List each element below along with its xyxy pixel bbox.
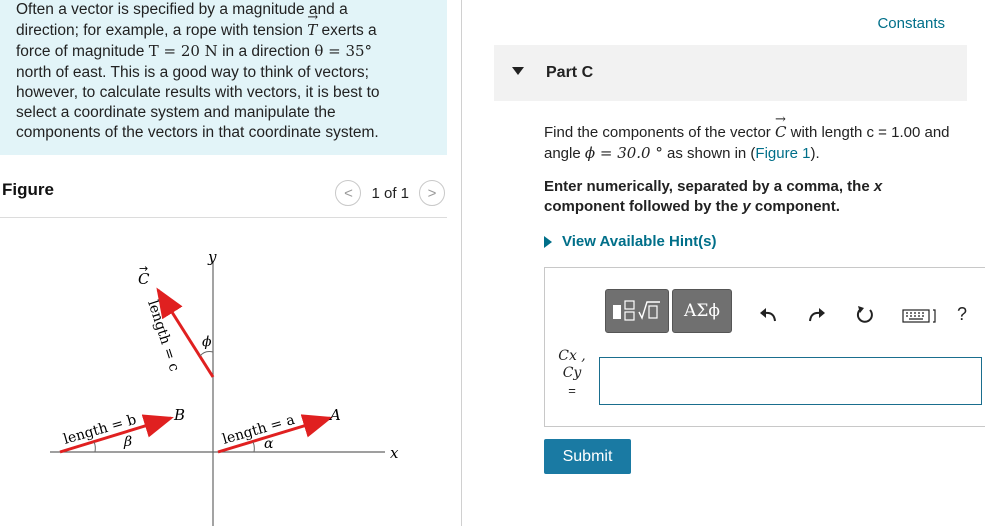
intro-line-2b: exerts a: [321, 22, 377, 40]
intro-line-2a: direction; for example, a rope with tens…: [16, 22, 303, 40]
pager-text: 1 of 1: [371, 184, 409, 202]
undo-icon[interactable]: [758, 306, 778, 324]
figure-pager: < 1 of 1 >: [335, 180, 445, 206]
help-icon[interactable]: ?: [957, 304, 967, 325]
right-panel: Constants Part C Find the components of …: [463, 0, 985, 526]
redo-icon[interactable]: [807, 306, 827, 324]
tension-equation: T = 20 N: [148, 42, 218, 61]
answer-input[interactable]: [599, 357, 982, 405]
vector-figure: y x C → length = c ϕ B length = b β A le…: [50, 248, 399, 526]
intro-line-4: north of east. This is a good way to thi…: [16, 63, 369, 81]
templates-button[interactable]: [605, 289, 669, 333]
intro-line-1: Often a vector is specified by a magnitu…: [16, 1, 348, 18]
instruction-y: y: [742, 198, 751, 215]
keyboard-icon[interactable]: [902, 308, 938, 324]
question-text-4: as shown in (: [667, 145, 756, 162]
alpha-label: α: [264, 436, 274, 452]
greek-symbols-button[interactable]: ΑΣϕ: [672, 289, 732, 333]
alpha-arc: [252, 441, 255, 453]
intro-line-3b: in a direction: [222, 43, 310, 61]
answer-label-cy: Cy: [562, 365, 582, 381]
length-c-label: length = c: [144, 298, 182, 373]
vector-c-arrowmark: →: [139, 262, 148, 275]
question-text-2: with length: [790, 124, 863, 141]
theta-equation: θ = 35°: [314, 42, 373, 61]
question-text: Find the components of the vector C with…: [544, 110, 974, 164]
left-panel: Often a vector is specified by a magnitu…: [0, 0, 462, 526]
figure-link[interactable]: Figure 1: [755, 145, 810, 162]
instruction-text-2: component followed by the: [544, 198, 739, 215]
beta-label: β: [123, 434, 132, 450]
hint-label: View Available Hint(s): [562, 233, 717, 250]
angle-equation: ϕ = 30.0 °: [584, 144, 663, 162]
answer-label: Cx , Cy =: [557, 348, 587, 399]
chevron-right-icon: >: [427, 184, 437, 202]
beta-arc: [93, 441, 96, 453]
submit-button[interactable]: Submit: [544, 439, 631, 474]
instruction-text-3: component.: [754, 198, 840, 215]
vector-c-symbol: C: [775, 110, 786, 142]
answer-label-cx: Cx ,: [558, 348, 586, 364]
intro-line-6: select a coordinate system and manipulat…: [16, 104, 336, 122]
part-header[interactable]: Part C: [494, 45, 967, 101]
caret-down-icon: [512, 67, 524, 75]
next-figure-button[interactable]: >: [419, 180, 445, 206]
intro-line-5: however, to calculate results with vecto…: [16, 83, 380, 101]
length-equation: c = 1.00: [866, 124, 921, 141]
answer-box: ΑΣϕ ? Cx , Cy =: [544, 267, 985, 427]
phi-arc: [199, 351, 214, 357]
figure-header: Figure < 1 of 1 >: [0, 176, 447, 218]
figure-title: Figure: [2, 180, 54, 199]
question-text-1: Find the components of the vector: [544, 124, 771, 141]
vector-t-symbol: T: [307, 8, 318, 40]
intro-line-7: components of the vectors in that coordi…: [16, 124, 379, 142]
prev-figure-button[interactable]: <: [335, 180, 362, 206]
greek-symbols-icon: ΑΣϕ: [684, 301, 720, 321]
caret-right-icon: [544, 235, 552, 248]
math-toolbar: ΑΣϕ: [605, 289, 732, 333]
chevron-left-icon: <: [344, 184, 353, 202]
vector-a-label: A: [328, 406, 341, 424]
x-axis-label: x: [390, 444, 399, 462]
length-a-label: length = a: [221, 412, 297, 448]
reset-icon[interactable]: [855, 305, 875, 325]
phi-label: ϕ: [202, 334, 212, 350]
instruction-text-1: Enter numerically, separated by a comma,…: [544, 178, 870, 195]
instruction-text: Enter numerically, separated by a comma,…: [544, 177, 964, 217]
vector-b-label: B: [173, 406, 185, 424]
answer-label-eq: =: [568, 383, 576, 398]
intro-line-3: force of magnitude T = 20 N in a directi…: [16, 41, 431, 62]
templates-icon: [613, 300, 660, 321]
hint-toggle[interactable]: View Available Hint(s): [544, 233, 717, 250]
question-text-5: ).: [810, 145, 820, 162]
part-title: Part C: [546, 64, 594, 81]
intro-text: Often a vector is specified by a magnitu…: [0, 0, 447, 155]
constants-link[interactable]: Constants: [877, 15, 945, 32]
intro-line-3a: force of magnitude: [16, 43, 145, 61]
instruction-x: x: [873, 178, 883, 195]
y-axis-label: y: [207, 248, 217, 266]
intro-line-2: direction; for example, a rope with tens…: [16, 8, 431, 41]
